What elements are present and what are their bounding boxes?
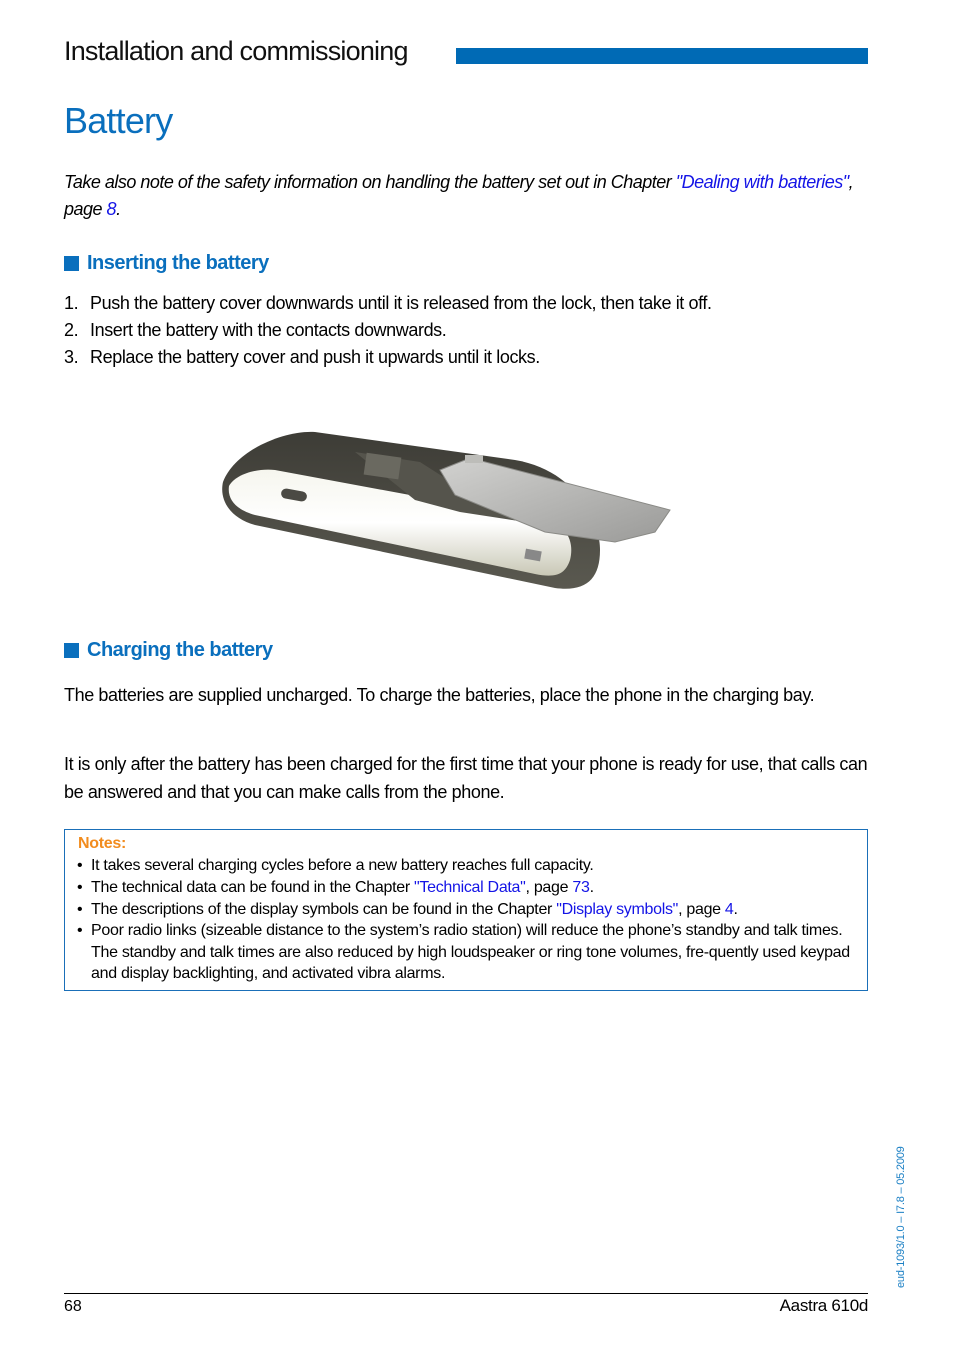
note-text-part: The descriptions of the display symbols … (91, 901, 557, 918)
inserting-steps: 1. Push the battery cover downwards until… (64, 290, 712, 371)
header-accent-bar (456, 48, 868, 64)
step-number: 3. (64, 347, 79, 367)
step-item: 2. Insert the battery with the contacts d… (64, 317, 712, 344)
section-header: Installation and commissioning (64, 36, 409, 66)
intro-paragraph: Take also note of the safety information… (64, 169, 864, 223)
note-text: Poor radio links (sizeable distance to t… (91, 922, 850, 983)
step-number: 2. (64, 320, 79, 340)
heading-square-icon (64, 643, 79, 658)
note-text: The descriptions of the display symbols … (91, 899, 738, 921)
note-text-part: The technical data can be found in the C… (91, 879, 415, 896)
step-text: Insert the battery with the contacts dow… (90, 320, 447, 340)
step-text: Replace the battery cover and push it up… (90, 347, 540, 367)
display-symbols-link[interactable]: "Display symbols" (556, 901, 678, 918)
charging-paragraph-2: It is only after the battery has been ch… (64, 754, 868, 802)
step-item: 3. Replace the battery cover and push it … (64, 344, 712, 371)
page-title: Battery (64, 100, 173, 141)
step-text: Push the battery cover downwards until i… (90, 293, 712, 313)
note-item: • The descriptions of the display symbol… (77, 899, 857, 921)
bullet-icon: • (77, 901, 83, 918)
dealing-with-batteries-link[interactable]: "Dealing with batteries" (676, 172, 849, 192)
note-text: It takes several charging cycles before … (91, 857, 594, 874)
notes-box: Notes: • It takes several charging cycle… (64, 829, 868, 991)
phone-battery-illustration (222, 431, 671, 589)
step-number: 1. (64, 293, 79, 313)
page-73-link[interactable]: 73 (572, 879, 590, 896)
note-item: • The technical data can be found in the… (77, 877, 857, 899)
document-code: eud-1093/1.0 – I7.8 – 05.2009 (895, 1146, 907, 1288)
bullet-icon: • (77, 879, 83, 896)
note-text-part: . (733, 901, 738, 918)
footer-divider (64, 1293, 868, 1294)
note-text-part: , page (678, 901, 725, 918)
bullet-icon: • (77, 857, 83, 874)
product-name: Aastra 610d (779, 1296, 869, 1315)
step-item: 1. Push the battery cover downwards until… (64, 290, 712, 317)
page-8-link[interactable]: 8 (107, 199, 117, 219)
inserting-heading-text: Inserting the battery (87, 252, 269, 274)
page-4-link[interactable]: 4 (725, 901, 734, 918)
page-number: 68 (64, 1298, 82, 1315)
note-item: • Poor radio links (sizeable distance to… (77, 920, 857, 985)
bullet-icon: • (77, 922, 83, 939)
note-text: The technical data can be found in the C… (91, 877, 594, 899)
note-item: • It takes several charging cycles befor… (77, 855, 857, 877)
intro-text: Take also note of the safety information… (64, 172, 676, 192)
intro-text-end: . (116, 199, 121, 219)
heading-square-icon (64, 256, 79, 271)
technical-data-link[interactable]: "Technical Data" (414, 879, 526, 896)
charging-heading-text: Charging the battery (87, 639, 273, 661)
notes-title: Notes: (78, 835, 126, 852)
note-text-part: , page (525, 879, 573, 896)
note-text-part: . (589, 879, 594, 896)
inserting-heading: Inserting the battery (64, 252, 269, 275)
charging-paragraph-1: The batteries are supplied uncharged. To… (64, 685, 815, 705)
charging-heading: Charging the battery (64, 639, 273, 662)
